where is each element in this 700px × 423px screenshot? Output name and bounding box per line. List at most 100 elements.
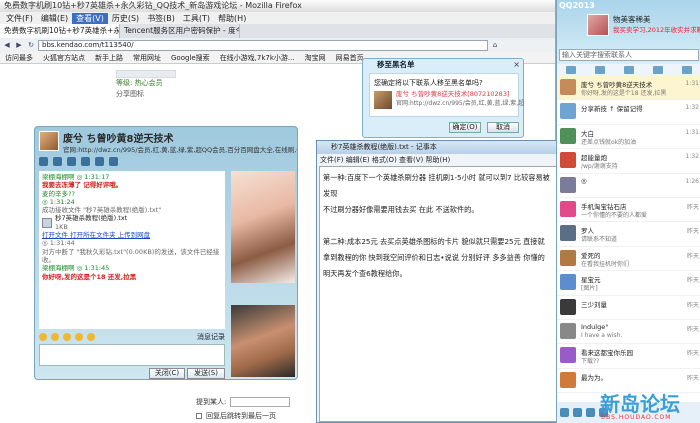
nav-bar: ◀ ▶ ↻ bbs.kendao.com/t113540/ ⌂: [0, 38, 555, 52]
contact-name: 最为为。: [581, 373, 607, 382]
menu-tools[interactable]: 工具(T): [179, 13, 214, 24]
contact-item[interactable]: 废兮 ち曾吵黄8逆天技术 你好呀,发的这是个18 还发,拉黑 1:31: [557, 76, 700, 101]
message-time: 昨天: [686, 350, 699, 358]
contact-signature: 下载??: [581, 358, 600, 366]
notepad-text[interactable]: 第一种:百度下一个英雄杀刷分器 挂机刷1-5小时 就可以到7 比较容易被发现 不…: [319, 166, 557, 422]
menu-history[interactable]: 历史(S): [108, 13, 143, 24]
menu-edit[interactable]: 编辑(E): [37, 13, 72, 24]
contact-signature: 请联系不知道: [581, 236, 618, 244]
screenshot-icon[interactable]: [87, 333, 95, 341]
avatar: [560, 127, 576, 144]
ok-button[interactable]: 确定(O): [449, 122, 481, 133]
contact-item[interactable]: 看来这都宝你乐园 下载?? 昨天: [557, 344, 700, 369]
tab-forum[interactable]: 免费数字机刷10钻+秒7英雄杀+永久彩...: [0, 24, 120, 38]
menu-help[interactable]: 帮助(H): [214, 13, 250, 24]
screen-icon[interactable]: [81, 157, 90, 166]
contact-name: 分享新技 ↑ 保留记得: [581, 105, 643, 114]
contact-search-input[interactable]: 输入关键字搜索联系人: [559, 49, 699, 61]
discuss-tab-icon[interactable]: [623, 66, 634, 74]
jump-label: 回复后跳转到最后一页: [206, 412, 276, 420]
message-time: 1:26: [685, 177, 699, 185]
avatar: [560, 298, 576, 315]
my-signature[interactable]: 我买卖学习,2012年收实并求鞭党...: [613, 24, 700, 34]
apps-tab-icon[interactable]: [681, 66, 692, 74]
emoji-icon[interactable]: [51, 333, 59, 341]
send-button[interactable]: 发送(S): [187, 368, 225, 379]
tab-tencent[interactable]: Tencent服务区用户密码保护 - 度今 ...: [120, 24, 240, 38]
file-actions[interactable]: 打开文件 打开所在文件夹 上传到网盘: [42, 231, 222, 239]
message-input[interactable]: [39, 344, 225, 366]
notepad-menu[interactable]: 文件(F) 编辑(E) 格式(O) 查看(V) 帮助(H): [317, 154, 559, 166]
notepad-window: 秒7英雄杀教程(绝版).txt - 记事本 文件(F) 编辑(E) 格式(O) …: [316, 140, 560, 423]
blacklist-dialog: 移至黑名单 × 您确定将以下联系人移至黑名单吗? 废兮 ち曾吵黄8逆天技术[80…: [362, 58, 524, 138]
shake-icon[interactable]: [63, 333, 71, 341]
jump-checkbox[interactable]: [196, 413, 202, 419]
back-icon[interactable]: ◀: [2, 40, 12, 50]
qq-tabs: [557, 64, 700, 76]
mention-input[interactable]: [230, 397, 291, 407]
contact-item[interactable]: ◎ 1:26: [557, 174, 700, 198]
bookmark-item[interactable]: 火狐官方站点: [38, 53, 90, 63]
forward-icon[interactable]: ▶: [14, 40, 24, 50]
message-time: 1:31: [685, 80, 699, 87]
contact-item[interactable]: 爱死的 在看我挂机时你们 昨天: [557, 247, 700, 272]
home-icon[interactable]: ⌂: [490, 40, 500, 50]
bookmark-item[interactable]: 访问最多: [0, 53, 38, 63]
menu-bookmarks[interactable]: 书签(B): [143, 13, 179, 24]
groups-tab-icon[interactable]: [595, 66, 606, 74]
avatar[interactable]: [587, 14, 609, 36]
contact-item[interactable]: Indulge° I have a wish. 昨天: [557, 320, 700, 345]
menu-view[interactable]: 查看(V): [72, 12, 108, 24]
message: ◎ 1:31:24: [42, 197, 75, 206]
bookmark-item[interactable]: Google搜索: [166, 53, 215, 63]
message-manager-icon[interactable]: [586, 408, 595, 417]
file-icon: [42, 217, 52, 228]
history-button[interactable]: 消息记录: [197, 332, 225, 342]
close-icon[interactable]: ×: [513, 60, 520, 69]
contact-item[interactable]: 超能量炮/wp/谢谢支持 1:32: [557, 149, 700, 174]
cancel-button[interactable]: 取消: [487, 122, 519, 133]
recent-tab-icon[interactable]: [652, 66, 663, 74]
message-time: 昨天: [686, 252, 699, 260]
message-time: 昨天: [686, 203, 699, 211]
contact-item[interactable]: 大白 还差点钱就ok的加油 1:31: [557, 125, 700, 150]
menu-icon[interactable]: [560, 408, 569, 417]
settings-icon[interactable]: [573, 408, 582, 417]
contact-item[interactable]: 星宝元 [图片] 昨天: [557, 271, 700, 296]
window-title: 免费数字机刷10钻+秒7英雄杀+永久彩钻_QQ技术_新岛游戏论坛 - Mozil…: [0, 0, 555, 12]
bookmark-item[interactable]: 在线小游戏,7k7k小游...: [215, 53, 300, 63]
message: 麦的辛多??: [42, 189, 75, 198]
menu-file[interactable]: 文件(F): [2, 13, 37, 24]
app-icon[interactable]: [95, 157, 104, 166]
reload-icon[interactable]: ↻: [26, 40, 36, 50]
contacts-tab-icon[interactable]: [566, 66, 577, 74]
bookmark-item[interactable]: 常用网址: [128, 53, 166, 63]
more-icon[interactable]: [109, 157, 118, 166]
avatar: [560, 274, 576, 291]
avatar[interactable]: [39, 131, 59, 151]
image-icon[interactable]: [75, 333, 83, 341]
bookmark-item[interactable]: 新手上路: [90, 53, 128, 63]
contact-signature: /wp/谢谢支持: [581, 163, 618, 171]
message: 对方中断了 "我秋久彩钻.txt"(0.00KB)的发送，该文件已经接收。: [42, 247, 220, 264]
contact-name: Indulge°: [581, 322, 609, 331]
tab-strip: 免费数字机刷10钻+秒7英雄杀+永久彩... Tencent服务区用户密码保护 …: [0, 24, 555, 38]
contact-signature: 在看我挂机时你们: [581, 260, 630, 268]
url-field[interactable]: bbs.kendao.com/t113540/: [38, 39, 488, 51]
qq-header: QQ2013 物美客稀美 我买卖学习,2012年收实并求鞭党... 输入关键字搜…: [557, 0, 700, 64]
video-icon[interactable]: [39, 157, 48, 166]
contact-item[interactable]: 分享新技 ↑ 保留记得 1:32: [557, 100, 700, 125]
contact-signature: I have a wish.: [581, 331, 623, 339]
close-button[interactable]: 关闭(C): [149, 368, 185, 379]
font-icon[interactable]: [39, 333, 47, 341]
voice-icon[interactable]: [53, 157, 62, 166]
bookmark-item[interactable]: 淘宝网: [300, 53, 331, 63]
contact-item[interactable]: 罗人 请联系不知道 昨天: [557, 222, 700, 247]
contact-item[interactable]: 三少刘量 昨天: [557, 296, 700, 320]
contact-item[interactable]: 手机淘宝钻石店 一个你懂的不要的人都爱 昨天: [557, 198, 700, 223]
message-time: 昨天: [686, 301, 699, 309]
dialog-body: 您确定将以下联系人移至黑名单吗? 废兮 ち曾吵黄8逆天技术[807210283]…: [369, 73, 524, 117]
chat-toolbar: [39, 157, 118, 166]
file-icon[interactable]: [67, 157, 76, 166]
qq-chat-window: 废兮 ち曾吵黄8逆天技术 官网:http://dwz.cn/995/会员,红,黄…: [34, 126, 298, 380]
